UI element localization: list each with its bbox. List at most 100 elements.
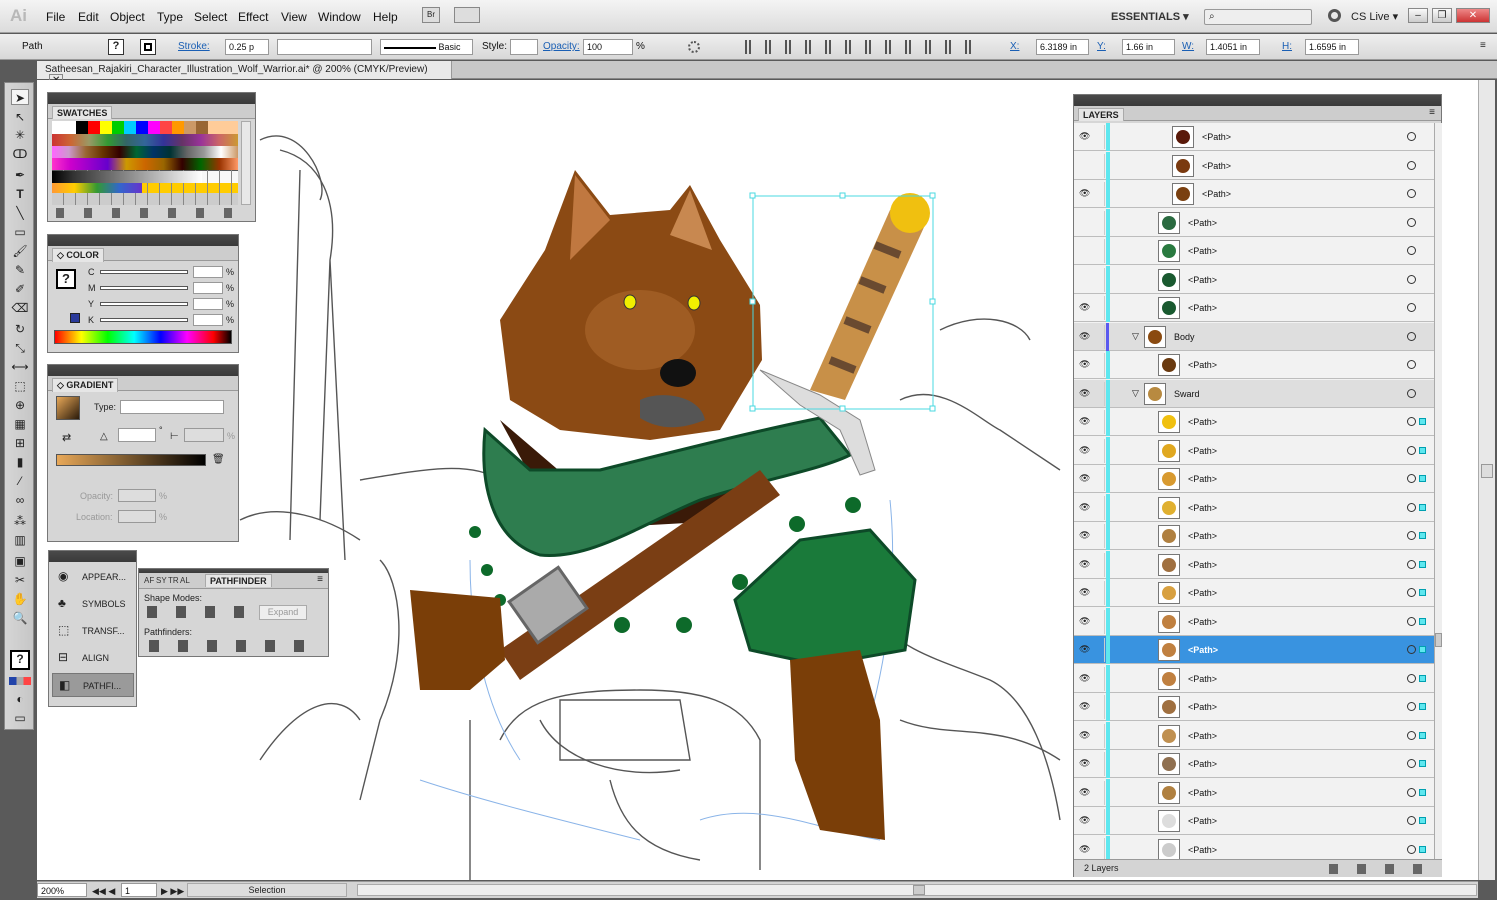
tab-al[interactable]: AL: [180, 576, 190, 585]
visibility-eye-icon[interactable]: 👁: [1079, 588, 1090, 597]
y-field[interactable]: 1.66 in: [1122, 39, 1175, 55]
lock-toggle[interactable]: [1093, 638, 1105, 662]
target-circle-icon[interactable]: [1407, 531, 1416, 540]
selection-indicator[interactable]: [1419, 475, 1426, 482]
dock-item-pathfinder[interactable]: ◧ PATHFI...: [52, 673, 134, 697]
visibility-eye-icon[interactable]: 👁: [1079, 559, 1090, 569]
layer-row[interactable]: 👁 <Path>: [1074, 351, 1434, 379]
x-field[interactable]: 6.3189 in: [1036, 39, 1089, 55]
target-circle-icon[interactable]: [1407, 702, 1416, 711]
scale-tool-icon[interactable]: ⤡: [11, 340, 29, 356]
visibility-eye-icon[interactable]: 👁: [1079, 645, 1090, 654]
menu-help[interactable]: Help: [373, 10, 398, 24]
lock-toggle[interactable]: [1093, 666, 1105, 691]
maximize-button[interactable]: ❐: [1432, 8, 1452, 23]
layer-row[interactable]: 👁 <Path>: [1074, 693, 1434, 721]
menu-select[interactable]: Select: [194, 10, 227, 24]
visibility-eye-icon[interactable]: 👁: [1079, 759, 1090, 768]
visibility-toggle[interactable]: [1079, 246, 1089, 255]
hand-tool-icon[interactable]: ✋: [11, 591, 29, 607]
lock-toggle[interactable]: [1093, 495, 1105, 520]
lock-toggle[interactable]: [1093, 809, 1105, 833]
layer-row[interactable]: <Path>: [1074, 151, 1434, 180]
selection-indicator[interactable]: [1419, 532, 1426, 539]
magic-wand-tool-icon[interactable]: ✳: [11, 127, 29, 143]
visibility-eye-icon[interactable]: 👁: [1079, 844, 1090, 854]
rotate-tool-icon[interactable]: ↻: [11, 321, 29, 337]
lock-toggle[interactable]: [1093, 752, 1105, 776]
lock-toggle[interactable]: [1093, 324, 1105, 349]
lock-toggle[interactable]: [1093, 381, 1105, 406]
layer-row[interactable]: 👁 <Path>: [1074, 465, 1434, 493]
line-tool-icon[interactable]: ╲: [11, 205, 29, 221]
panel-menu-icon[interactable]: ≡: [1480, 40, 1486, 51]
target-circle-icon[interactable]: [1407, 417, 1416, 426]
target-circle-icon[interactable]: [1407, 844, 1416, 854]
draw-mode-icon[interactable]: ◐: [11, 691, 29, 707]
column-graph-tool-icon[interactable]: ▥: [11, 532, 29, 548]
lock-toggle[interactable]: [1093, 723, 1105, 748]
arrange-documents-button[interactable]: [454, 7, 480, 23]
gradient-tool-icon[interactable]: ▮: [11, 454, 29, 470]
selection-indicator[interactable]: [1419, 760, 1426, 767]
fill-swatch[interactable]: ?: [108, 39, 124, 55]
selection-indicator[interactable]: [1419, 674, 1426, 682]
dock-item-symbols[interactable]: ♣ SYMBOLS: [52, 592, 134, 616]
selection-indicator[interactable]: [1419, 817, 1426, 824]
layer-row[interactable]: 👁 <Path>: [1074, 807, 1434, 835]
visibility-eye-icon[interactable]: 👁: [1079, 531, 1090, 540]
swatch-proxy[interactable]: [70, 313, 80, 323]
visibility-eye-icon[interactable]: 👁: [1079, 360, 1090, 369]
opacity-field[interactable]: 100: [583, 39, 633, 55]
visibility-eye-icon[interactable]: 👁: [1079, 730, 1090, 740]
visibility-eye-icon[interactable]: 👁: [1079, 445, 1090, 455]
channel-slider-y[interactable]: [100, 302, 188, 306]
dock-item-appearance[interactable]: ◉ APPEAR...: [52, 565, 134, 589]
search-input[interactable]: ⌕: [1204, 9, 1312, 25]
target-circle-icon[interactable]: [1407, 160, 1416, 170]
visibility-eye-icon[interactable]: 👁: [1079, 616, 1090, 626]
visibility-eye-icon[interactable]: 👁: [1079, 388, 1090, 398]
visibility-eye-icon[interactable]: 👁: [1079, 132, 1090, 141]
target-circle-icon[interactable]: [1407, 217, 1416, 227]
dock-item-transform[interactable]: ⬚ TRANSF...: [52, 619, 134, 643]
target-circle-icon[interactable]: [1407, 645, 1416, 654]
gradient-preview[interactable]: [56, 396, 80, 420]
gradient-slider[interactable]: [56, 454, 206, 466]
selection-indicator[interactable]: [1419, 589, 1426, 596]
symbol-sprayer-tool-icon[interactable]: ⁂: [11, 513, 29, 529]
menu-window[interactable]: Window: [318, 10, 361, 24]
layer-row[interactable]: 👁 <Path>: [1074, 664, 1434, 693]
lock-toggle[interactable]: [1093, 296, 1105, 320]
zoom-tool-icon[interactable]: 🔍: [11, 610, 29, 626]
free-transform-tool-icon[interactable]: ⬚: [11, 378, 29, 394]
opacity-label[interactable]: Opacity:: [543, 41, 580, 52]
w-label[interactable]: W:: [1182, 41, 1194, 52]
channel-field-k[interactable]: [193, 314, 223, 326]
stroke-swatch[interactable]: [140, 39, 156, 55]
layers-menu-icon[interactable]: ≡: [1429, 107, 1435, 118]
bridge-button[interactable]: Br: [422, 7, 440, 23]
menu-effect[interactable]: Effect: [238, 10, 268, 24]
align-icons[interactable]: [745, 40, 985, 54]
visibility-eye-icon[interactable]: 👁: [1079, 474, 1090, 483]
eraser-tool-icon[interactable]: ⌫: [11, 300, 29, 316]
blend-tool-icon[interactable]: ∞: [11, 492, 29, 508]
eyedropper-tool-icon[interactable]: ⁄: [11, 473, 29, 489]
direct-selection-tool-icon[interactable]: ↖: [11, 109, 29, 125]
perspective-grid-tool-icon[interactable]: ▦: [11, 416, 29, 432]
target-circle-icon[interactable]: [1407, 360, 1416, 369]
lock-toggle[interactable]: [1093, 125, 1105, 149]
horizontal-scrollbar[interactable]: [357, 884, 1477, 896]
swatches-footer-icons[interactable]: [56, 208, 236, 218]
layer-row[interactable]: 👁 <Path>: [1074, 408, 1434, 436]
style-dropdown[interactable]: [510, 39, 538, 55]
target-circle-icon[interactable]: [1407, 388, 1416, 398]
layers-scrollbar[interactable]: [1434, 123, 1442, 859]
angle-field[interactable]: [118, 428, 156, 442]
lock-toggle[interactable]: [1093, 837, 1105, 859]
rectangle-tool-icon[interactable]: ▭: [11, 224, 29, 240]
lock-toggle[interactable]: [1093, 581, 1105, 605]
shape-mode-icons[interactable]: [147, 606, 247, 618]
visibility-eye-icon[interactable]: 👁: [1079, 303, 1090, 312]
